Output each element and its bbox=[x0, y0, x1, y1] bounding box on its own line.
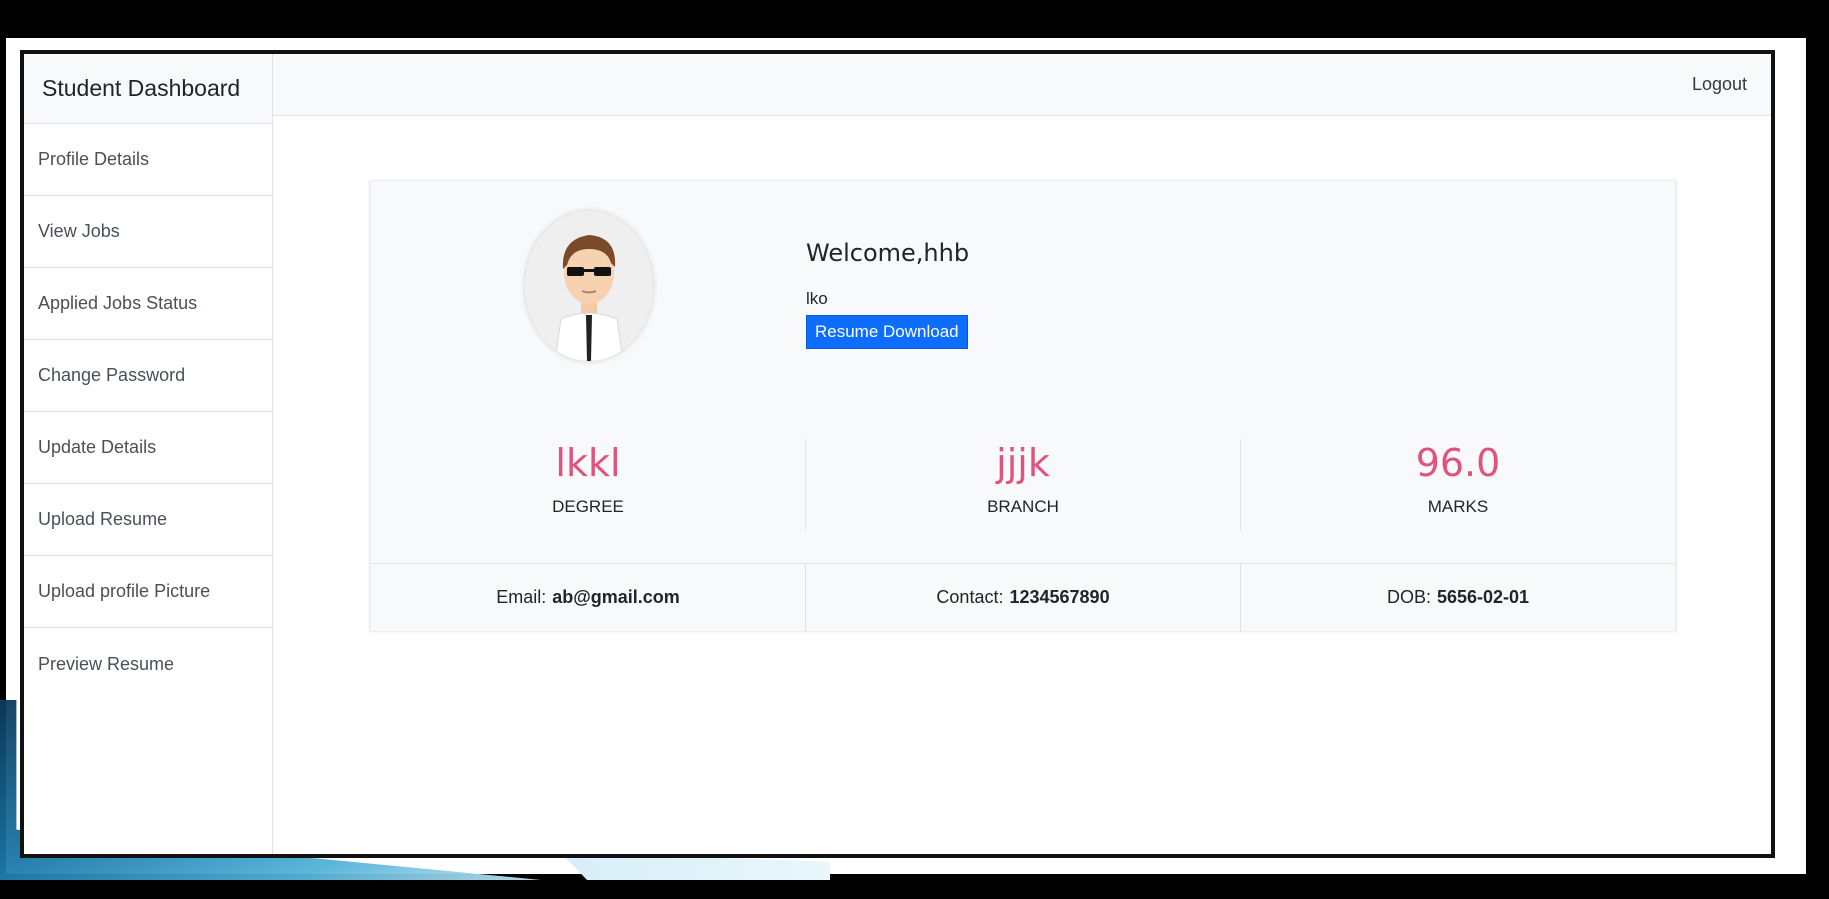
welcome-heading: Welcome,hhb bbox=[806, 239, 970, 267]
stat-value: 96.0 bbox=[1415, 441, 1501, 485]
profile-card: Welcome,hhb lko Resume Download lkkl DEG… bbox=[370, 180, 1676, 631]
sidebar: Student Dashboard Profile Details View J… bbox=[24, 54, 273, 854]
cartoon-user-avatar-icon bbox=[525, 211, 653, 361]
stats-row: lkkl DEGREE jjjk BRANCH 96.0 MARKS bbox=[371, 439, 1675, 531]
sidebar-item-profile-details[interactable]: Profile Details bbox=[24, 124, 272, 196]
sidebar-item-preview-resume[interactable]: Preview Resume bbox=[24, 628, 272, 700]
sidebar-item-upload-profile-picture[interactable]: Upload profile Picture bbox=[24, 556, 272, 628]
email-value: ab@gmail.com bbox=[552, 587, 680, 607]
stat-branch: jjjk BRANCH bbox=[806, 439, 1241, 531]
dob-value: 5656-02-01 bbox=[1436, 587, 1530, 607]
sidebar-item-update-details[interactable]: Update Details bbox=[24, 412, 272, 484]
stat-value: jjjk bbox=[996, 441, 1050, 485]
sidebar-item-change-password[interactable]: Change Password bbox=[24, 340, 272, 412]
email-label: Email: bbox=[496, 587, 547, 607]
stat-label: MARKS bbox=[1427, 496, 1489, 516]
app-window: Student Dashboard Profile Details View J… bbox=[20, 50, 1775, 858]
stat-label: DEGREE bbox=[552, 496, 624, 516]
dob-info: DOB: 5656-02-01 bbox=[1241, 564, 1675, 631]
stat-value: lkkl bbox=[555, 441, 621, 485]
contact-value: 1234567890 bbox=[1009, 587, 1110, 607]
stat-marks: 96.0 MARKS bbox=[1241, 439, 1675, 531]
slide-background-top bbox=[0, 0, 1829, 10]
top-navbar: Logout bbox=[273, 54, 1771, 116]
sidebar-menu: Profile Details View Jobs Applied Jobs S… bbox=[24, 124, 272, 700]
sidebar-item-applied-jobs-status[interactable]: Applied Jobs Status bbox=[24, 268, 272, 340]
email-info: Email: ab@gmail.com bbox=[371, 564, 806, 631]
dob-label: DOB: bbox=[1386, 587, 1431, 607]
contact-info: Contact: 1234567890 bbox=[806, 564, 1241, 631]
stat-label: BRANCH bbox=[987, 496, 1059, 516]
avatar bbox=[525, 211, 653, 361]
contact-label: Contact: bbox=[936, 587, 1004, 607]
logout-link[interactable]: Logout bbox=[1692, 74, 1747, 95]
profile-subtitle: lko bbox=[806, 289, 828, 308]
resume-download-button[interactable]: Resume Download bbox=[806, 315, 968, 349]
sidebar-heading: Student Dashboard bbox=[24, 54, 272, 124]
contact-info-row: Email: ab@gmail.com Contact: 1234567890 … bbox=[371, 563, 1675, 631]
sidebar-item-upload-resume[interactable]: Upload Resume bbox=[24, 484, 272, 556]
stat-degree: lkkl DEGREE bbox=[371, 439, 806, 531]
sidebar-item-view-jobs[interactable]: View Jobs bbox=[24, 196, 272, 268]
